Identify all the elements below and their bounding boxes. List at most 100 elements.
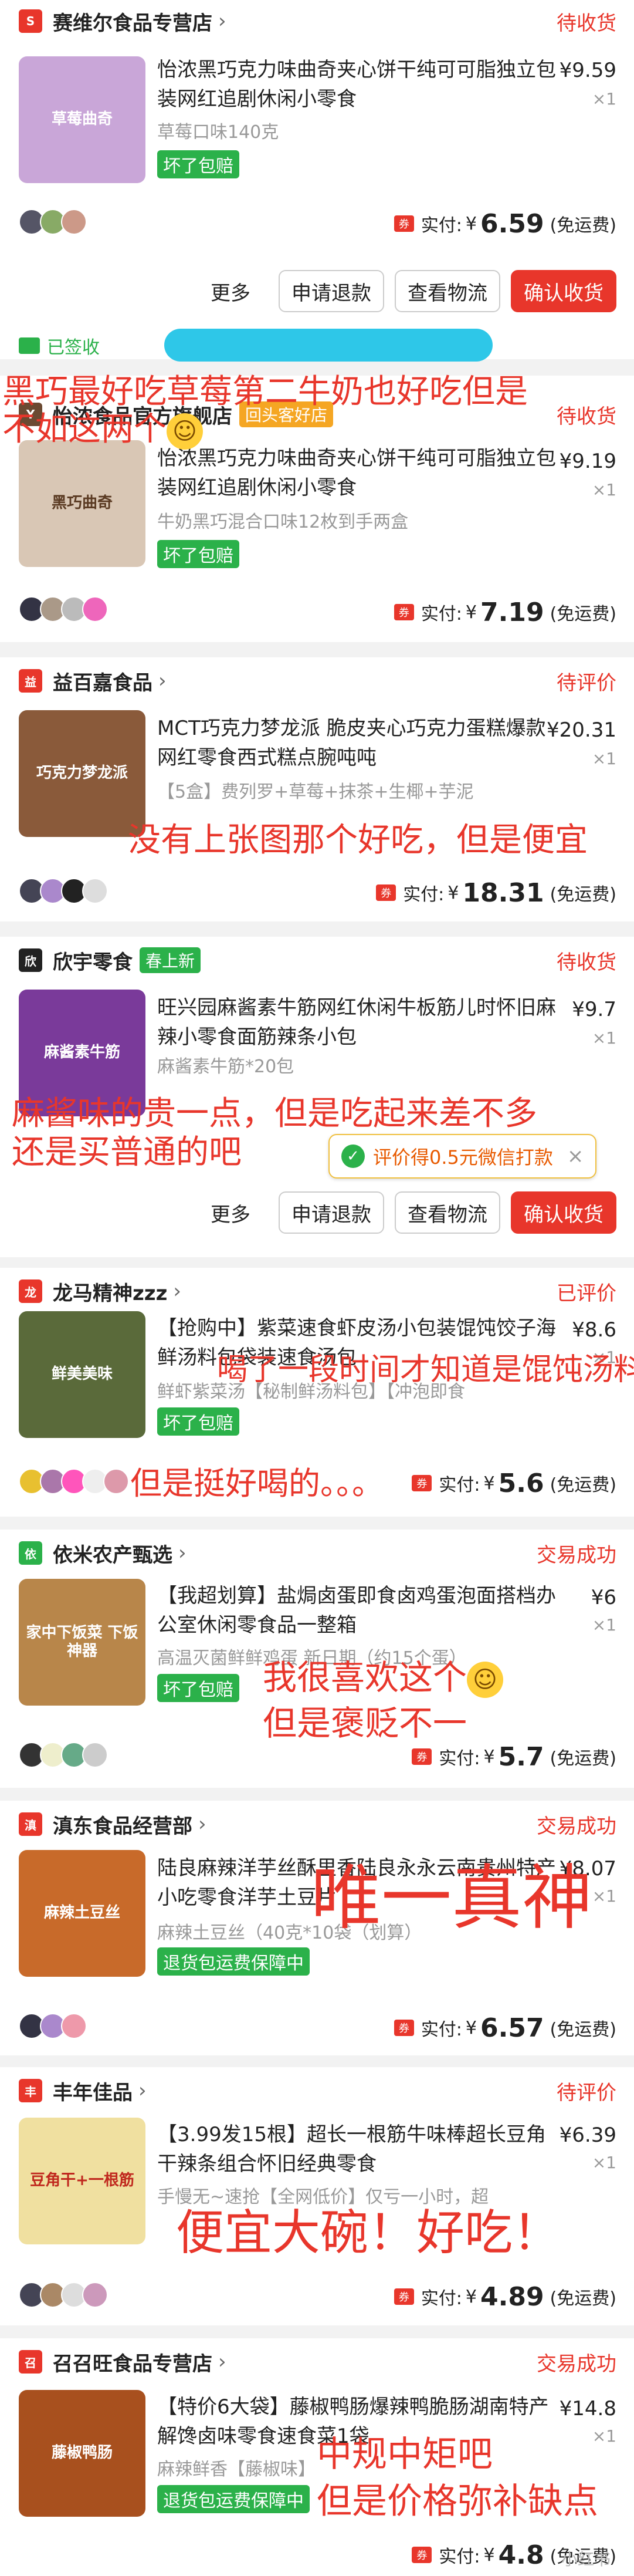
new-arrival-badge: 春上新 [140, 947, 201, 973]
order-status: 交易成功 [537, 1814, 616, 1838]
paid-amount: 6.57 [480, 2013, 544, 2043]
product-title[interactable]: 【3.99发15根】超长一根筋牛味棒超长豆角干辣条组合怀旧经典零食 [157, 2120, 562, 2179]
avatar-group [19, 2013, 87, 2040]
product-price: ¥6.39 [559, 2123, 616, 2147]
redaction-scribble [164, 329, 493, 362]
paid-amount: 4.8 [498, 2540, 544, 2570]
avatar-group [19, 209, 87, 236]
shop-name[interactable]: 欣宇零食 [53, 946, 133, 975]
product-title[interactable]: 怡浓黑巧克力味曲奇夹心饼干纯可可脂独立包装网红追剧休闲小零食 [157, 444, 562, 502]
product-spec: 草莓口味140克 [157, 122, 279, 143]
caption: 中规中矩吧 [317, 2434, 493, 2475]
coupon-icon: 券 [412, 2547, 432, 2563]
review-reward-toast[interactable]: ✓ 评价得0.5元微信打款 × [328, 1134, 597, 1179]
coupon-icon: 券 [394, 604, 414, 620]
avatar-group [19, 878, 108, 905]
order-status: 交易成功 [537, 2352, 616, 2376]
product-image[interactable]: 鲜美美味 [19, 1311, 145, 1438]
avatar-group [19, 2282, 108, 2309]
refund-button[interactable]: 申请退款 [279, 1191, 384, 1234]
paid-amount: 5.6 [498, 1468, 544, 1498]
order-status: 待收货 [557, 404, 616, 428]
actual-paid: 券 实付: ¥ 6.59 (免运费) [394, 208, 616, 239]
close-icon[interactable]: × [567, 1144, 584, 1168]
caption: 麻酱味的贵一点，但是吃起来差不多 [12, 1095, 537, 1133]
order-card[interactable]: 丰 丰年佳品 › 待评价 豆角干+一根筋 【3.99发15根】超长一根筋牛味棒超… [0, 2067, 634, 2325]
order-card[interactable]: S 赛维尔食品专营店 › 待收货 草莓曲奇 怡浓黑巧克力味曲奇夹心饼干纯可可脂独… [0, 0, 634, 359]
coupon-icon: 券 [394, 2020, 414, 2036]
paid-amount: 5.7 [498, 1741, 544, 1772]
shop-name[interactable]: 赛维尔食品专营店 [53, 7, 212, 36]
chevron-right-icon: › [138, 2079, 147, 2102]
order-status: 待收货 [557, 11, 616, 35]
shop-logo: 依 [19, 1541, 42, 1565]
product-image[interactable]: 藤椒鸭肠 [19, 2390, 145, 2517]
guarantee-tag: 退货包运费保障中 [157, 2485, 310, 2513]
guarantee-tag: 坏了包赔 [157, 1407, 239, 1436]
view-logistics-button[interactable]: 查看物流 [395, 270, 500, 312]
product-spec: 【5盒】费列罗+草莓+抹茶+生椰+芋泥 [157, 782, 474, 802]
product-qty: ×1 [592, 1886, 616, 1906]
product-price: ¥9.19 [559, 450, 616, 473]
actual-paid: 券 实付: ¥ 18.31 (免运费) [376, 878, 616, 908]
product-title[interactable]: 【我超划算】盐焗卤蛋即食卤鸡蛋泡面搭档办公室休闲零食品一整箱 [157, 1581, 562, 1640]
product-image[interactable]: 家中下饭菜 下饭神器 [19, 1579, 145, 1706]
avatar-group [19, 1742, 108, 1769]
product-title[interactable]: MCT巧克力梦龙派 脆皮夹心巧克力蛋糕爆款网红零食西式糕点腕吨吨 [157, 714, 562, 772]
shop-name[interactable]: 召召旺食品专营店 [53, 2348, 212, 2376]
product-image[interactable]: 黑巧曲奇 [19, 440, 145, 567]
avatar [82, 878, 108, 904]
actual-paid: 券 实付: ¥ 7.19 (免运费) [394, 597, 616, 627]
confirm-receipt-button[interactable]: 确认收货 [511, 1191, 616, 1234]
product-image[interactable]: 麻辣土豆丝 [19, 1850, 145, 1977]
order-card[interactable]: 益 益百嘉食品 › 待评价 巧克力梦龙派 MCT巧克力梦龙派 脆皮夹心巧克力蛋糕… [0, 657, 634, 921]
shop-name[interactable]: 滇东食品经营部 [53, 1810, 192, 1839]
caption: 但是价格弥补缺点 [317, 2481, 598, 2522]
smile-emoji-icon: ☺ [167, 413, 203, 450]
guarantee-tag: 坏了包赔 [157, 540, 239, 568]
product-price: ¥9.59 [559, 59, 616, 82]
product-qty: ×1 [592, 89, 616, 109]
product-title[interactable]: 旺兴园麻酱素牛筋网红休闲牛板筋儿时怀旧麻辣小零食面筋辣条小包 [157, 993, 562, 1052]
view-logistics-button[interactable]: 查看物流 [395, 1191, 500, 1234]
coupon-icon: 券 [412, 1748, 432, 1765]
shop-logo: 益 [19, 669, 42, 693]
product-image[interactable]: 草莓曲奇 [19, 56, 145, 183]
product-spec: 牛奶黑巧混合口味12枚到手两盒 [157, 512, 409, 532]
product-image[interactable]: 豆角干+一根筋 [19, 2118, 145, 2244]
refund-button[interactable]: 申请退款 [279, 270, 384, 312]
avatar [82, 1742, 108, 1768]
caption: 我很喜欢这个 ☺ [263, 1657, 504, 1698]
shop-name[interactable]: 丰年佳品 [53, 2077, 133, 2105]
caption: 唯一真神 [311, 1858, 592, 1939]
caption: 不如这两个 ☺ [2, 411, 203, 450]
caption-text: 我很喜欢这个 [263, 1657, 467, 1697]
caption: 喝了一段时间才知道是馄饨汤料 [217, 1352, 634, 1387]
chevron-right-icon: › [158, 669, 167, 693]
shop-name[interactable]: 龙马精神zzz [53, 1277, 167, 1306]
avatar-group [19, 1468, 129, 1495]
order-status: 交易成功 [537, 1543, 616, 1567]
avatar [61, 209, 87, 235]
shop-name[interactable]: 益百嘉食品 [53, 667, 152, 696]
order-status: 待评价 [557, 2081, 616, 2105]
shop-name[interactable]: 依米农产甄选 [53, 1539, 172, 1568]
more-button[interactable]: 更多 [211, 277, 250, 306]
coupon-icon: 券 [394, 2288, 414, 2305]
watermark: 小红书 [561, 2550, 611, 2569]
caption: 还是买普通的吧 [12, 1133, 242, 1171]
product-title[interactable]: 怡浓黑巧克力味曲奇夹心饼干纯可可脂独立包装网红追剧休闲小零食 [157, 55, 562, 114]
guarantee-tag: 坏了包赔 [157, 1674, 239, 1702]
actual-paid: 券 实付: ¥ 4.89 (免运费) [394, 2282, 616, 2312]
avatar [103, 1468, 129, 1494]
product-spec: 麻酱素牛筋*20包 [157, 1056, 294, 1077]
confirm-receipt-button[interactable]: 确认收货 [511, 270, 616, 312]
product-image[interactable]: 巧克力梦龙派 [19, 710, 145, 837]
caption: 没有上张图那个好吃，但是便宜 [128, 821, 588, 859]
caption: 便宜大碗！好吃！ [176, 2205, 561, 2261]
product-price: ¥9.7 [572, 998, 616, 1021]
actual-paid: 券 实付: ¥ 6.57 (免运费) [394, 2013, 616, 2043]
more-button[interactable]: 更多 [211, 1198, 250, 1227]
paid-amount: 6.59 [480, 208, 544, 239]
product-qty: ×1 [592, 2426, 616, 2446]
